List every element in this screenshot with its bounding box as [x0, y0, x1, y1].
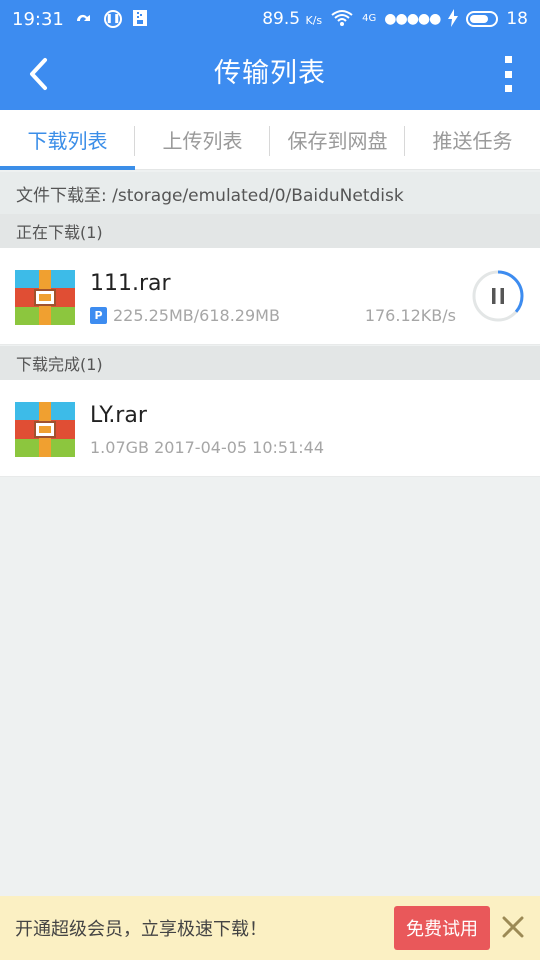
sync-icon: [74, 11, 94, 28]
page-title: 传输列表: [214, 58, 326, 89]
download-path: 文件下载至: /storage/emulated/0/BaiduNetdisk: [0, 172, 540, 214]
download-progress-text: P 225.25MB/618.29MB: [90, 306, 280, 325]
pause-button[interactable]: [471, 269, 525, 323]
file-icon: [132, 9, 148, 30]
tab-upload-list[interactable]: 上传列表: [135, 110, 270, 169]
battery-icon: [466, 11, 499, 27]
promo-message: 开通超级会员，立享极速下载！: [15, 919, 267, 940]
charging-icon: [448, 8, 459, 30]
close-icon[interactable]: [498, 912, 528, 942]
rar-file-icon: [15, 270, 75, 325]
network-speed: 89.5 K/s: [262, 9, 323, 29]
file-name: 111.rar: [90, 271, 171, 296]
completed-item[interactable]: LY.rar 1.07GB 2017-04-05 10:51:44: [0, 380, 540, 477]
rar-file-icon: [15, 402, 75, 457]
app-bar: 传输列表: [0, 38, 540, 110]
status-bar: 19:31 ❚❚ 89.5 K/s 4G ●●●●● 18: [0, 0, 540, 38]
more-dot-icon: [504, 85, 512, 92]
free-trial-button[interactable]: 免费试用: [394, 906, 490, 950]
file-name: LY.rar: [90, 403, 147, 428]
vip-promo-bar: 开通超级会员，立享极速下载！ 免费试用: [0, 896, 540, 960]
download-speed: 176.12KB/s: [364, 306, 456, 325]
more-dot-icon: [504, 56, 512, 63]
signal-strength-icon: ●●●●●: [384, 11, 441, 27]
tab-save-to-cloud[interactable]: 保存到网盘: [270, 110, 405, 169]
premium-badge: P: [90, 307, 107, 324]
pause-icon: [492, 288, 496, 304]
more-menu-button[interactable]: [498, 56, 518, 92]
file-meta: 1.07GB 2017-04-05 10:51:44: [90, 438, 325, 457]
download-item[interactable]: 111.rar P 225.25MB/618.29MB 176.12KB/s: [0, 248, 540, 345]
battery-level: 18: [506, 9, 528, 29]
section-header-completed: 下载完成(1): [0, 346, 540, 380]
signal-type-label: 4G: [362, 13, 377, 24]
media-pause-icon: ❚❚: [103, 10, 122, 28]
tab-push-tasks[interactable]: 推送任务: [405, 110, 540, 169]
more-dot-icon: [504, 70, 512, 78]
wifi-icon: [330, 9, 354, 30]
tab-download-list[interactable]: 下载列表: [0, 110, 135, 170]
status-time: 19:31: [12, 8, 64, 30]
transfer-tabs: 下载列表 上传列表 保存到网盘 推送任务: [0, 110, 540, 170]
section-header-downloading: 正在下载(1): [0, 214, 540, 248]
